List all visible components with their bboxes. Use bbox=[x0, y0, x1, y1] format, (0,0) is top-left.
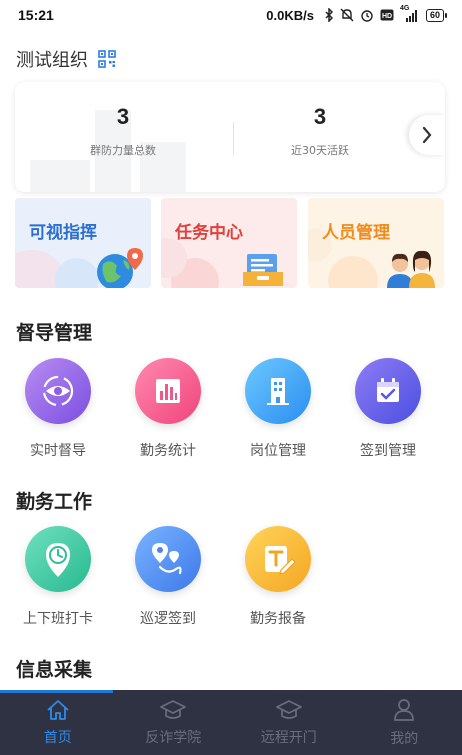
card-decoration bbox=[30, 160, 90, 192]
grid-item-label: 巡逻签到 bbox=[140, 611, 196, 627]
bluetooth-icon bbox=[324, 8, 334, 22]
grid-item-duty-statistics[interactable]: 勤务统计 bbox=[118, 358, 218, 460]
clock-pin-icon bbox=[25, 526, 91, 592]
calendar-check-icon bbox=[355, 358, 421, 424]
tab-remote-door[interactable]: 远程开门 bbox=[231, 690, 347, 755]
feature-card-personnel[interactable]: 人员管理 bbox=[308, 198, 444, 288]
tab-indicator bbox=[0, 690, 113, 693]
battery-icon: 60 bbox=[425, 8, 448, 22]
feature-card-visual-command[interactable]: 可视指挥 bbox=[15, 198, 151, 288]
tab-label: 反诈学院 bbox=[145, 729, 202, 746]
section-title-info: 信息采集 bbox=[16, 659, 93, 681]
grid-item-label: 勤务统计 bbox=[140, 443, 196, 459]
feature-card-task-center[interactable]: 任务中心 bbox=[161, 198, 297, 288]
chevron-right-icon bbox=[422, 126, 432, 144]
org-header: 测试组织 bbox=[16, 44, 116, 74]
org-title: 测试组织 bbox=[16, 50, 88, 71]
building-icon bbox=[245, 358, 311, 424]
stat-total-forces[interactable]: 3 群防力量总数 bbox=[23, 104, 223, 158]
status-time: 15:21 bbox=[18, 7, 54, 23]
alarm-clock-icon bbox=[360, 8, 374, 22]
section-title-supervision: 督导管理 bbox=[16, 322, 93, 344]
next-button[interactable] bbox=[409, 115, 445, 155]
eye-icon bbox=[25, 358, 91, 424]
section-title-duty: 勤务工作 bbox=[16, 491, 93, 513]
network-type-label: 4G bbox=[399, 4, 410, 12]
globe-pin-icon bbox=[97, 248, 143, 288]
tab-mine[interactable]: 我的 bbox=[347, 690, 462, 755]
network-speed: 0.0KB/s bbox=[266, 7, 314, 23]
tab-label: 远程开门 bbox=[260, 729, 317, 746]
report-edit-icon bbox=[245, 526, 311, 592]
mute-bell-icon bbox=[340, 8, 354, 22]
grid-item-label: 上下班打卡 bbox=[23, 611, 93, 627]
grid-item-clock-in[interactable]: 上下班打卡 bbox=[8, 526, 108, 628]
grid-item-label: 勤务报备 bbox=[250, 611, 306, 627]
stat-label: 群防力量总数 bbox=[90, 144, 156, 157]
grid-item-label: 实时督导 bbox=[30, 443, 86, 459]
qr-code-icon[interactable] bbox=[98, 50, 116, 68]
feature-label: 人员管理 bbox=[322, 223, 390, 243]
graduation-cap-icon bbox=[160, 699, 187, 719]
tab-anti-fraud-academy[interactable]: 反诈学院 bbox=[116, 690, 232, 755]
status-bar: 15:21 0.0KB/s HD 4G 60 bbox=[0, 0, 462, 30]
svg-text:HD: HD bbox=[382, 13, 392, 20]
tab-home[interactable]: 首页 bbox=[0, 690, 116, 755]
stat-label: 近30天活跃 bbox=[291, 144, 349, 157]
grid-item-duty-report[interactable]: 勤务报备 bbox=[228, 526, 328, 628]
graduation-cap-icon bbox=[275, 699, 302, 719]
grid-item-realtime-supervision[interactable]: 实时督导 bbox=[8, 358, 108, 460]
feature-label: 可视指挥 bbox=[29, 223, 97, 243]
home-icon bbox=[47, 699, 69, 720]
people-icon bbox=[387, 250, 435, 288]
bar-chart-icon bbox=[135, 358, 201, 424]
card-decoration bbox=[328, 256, 378, 288]
tab-label: 首页 bbox=[43, 729, 72, 746]
feature-label: 任务中心 bbox=[175, 223, 243, 243]
route-icon bbox=[135, 526, 201, 592]
hd-icon: HD bbox=[380, 9, 394, 21]
stat-active-30days[interactable]: 3 近30天活跃 bbox=[220, 104, 420, 158]
tab-label: 我的 bbox=[390, 730, 419, 747]
stat-value: 3 bbox=[116, 104, 130, 129]
stats-card: 3 群防力量总数 3 近30天活跃 bbox=[15, 82, 445, 192]
grid-item-post-management[interactable]: 岗位管理 bbox=[228, 358, 328, 460]
signal-icon: 4G bbox=[400, 5, 420, 22]
grid-item-label: 岗位管理 bbox=[250, 443, 306, 459]
grid-item-label: 签到管理 bbox=[360, 443, 416, 459]
user-icon bbox=[394, 698, 415, 721]
task-tray-icon bbox=[243, 254, 283, 286]
grid-item-checkin-management[interactable]: 签到管理 bbox=[338, 358, 438, 460]
stat-value: 3 bbox=[313, 104, 327, 129]
bottom-tab-bar: 首页 反诈学院 远程开门 我的 bbox=[0, 690, 462, 755]
grid-item-patrol-checkin[interactable]: 巡逻签到 bbox=[118, 526, 218, 628]
